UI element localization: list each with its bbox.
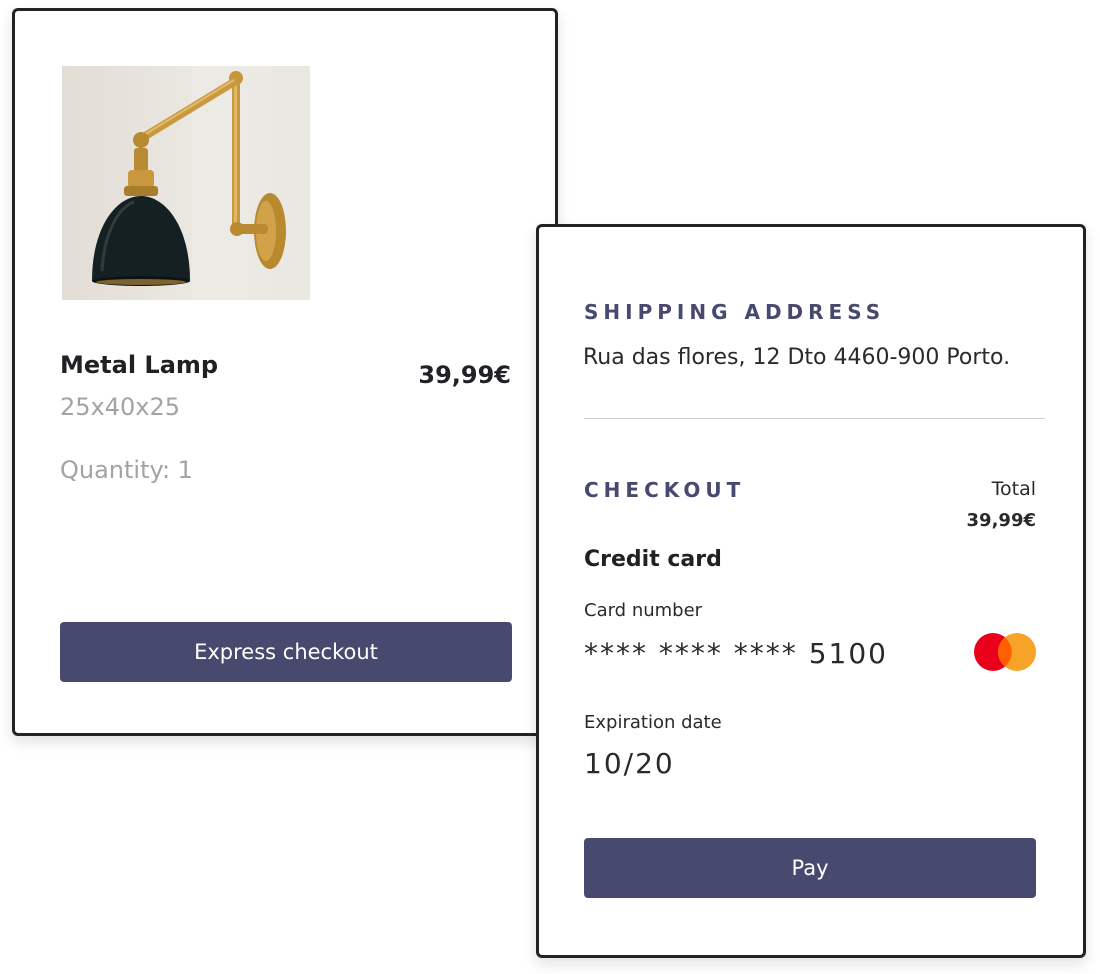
product-price: 39,99€ <box>418 361 511 389</box>
lamp-illustration <box>92 66 310 300</box>
product-card: Metal Lamp 39,99€ 25x40x25 Quantity: 1 E… <box>12 8 558 736</box>
divider <box>584 418 1045 419</box>
shipping-address: Rua das flores, 12 Dto 4460-900 Porto. <box>583 345 1011 370</box>
expiration-date-field[interactable]: 10/20 <box>584 747 675 780</box>
product-image <box>62 66 310 300</box>
shipping-address-title: SHIPPING ADDRESS <box>584 300 886 324</box>
page: Metal Lamp 39,99€ 25x40x25 Quantity: 1 E… <box>0 0 1100 974</box>
checkout-card: SHIPPING ADDRESS Rua das flores, 12 Dto … <box>536 224 1086 958</box>
card-number-field[interactable]: **** **** **** 5100 <box>584 637 888 670</box>
payment-method-title: Credit card <box>584 547 722 572</box>
checkout-title: CHECKOUT <box>584 478 746 502</box>
card-number-label: Card number <box>584 600 703 621</box>
product-quantity: Quantity: 1 <box>60 456 193 484</box>
total-value: 39,99€ <box>966 510 1036 531</box>
express-checkout-button[interactable]: Express checkout <box>60 622 512 682</box>
product-name: Metal Lamp <box>60 351 219 379</box>
expiration-date-label: Expiration date <box>584 712 722 733</box>
pay-button[interactable]: Pay <box>584 838 1036 898</box>
mastercard-icon <box>973 632 1039 672</box>
total-label: Total <box>991 478 1036 500</box>
product-dimensions: 25x40x25 <box>60 393 181 421</box>
